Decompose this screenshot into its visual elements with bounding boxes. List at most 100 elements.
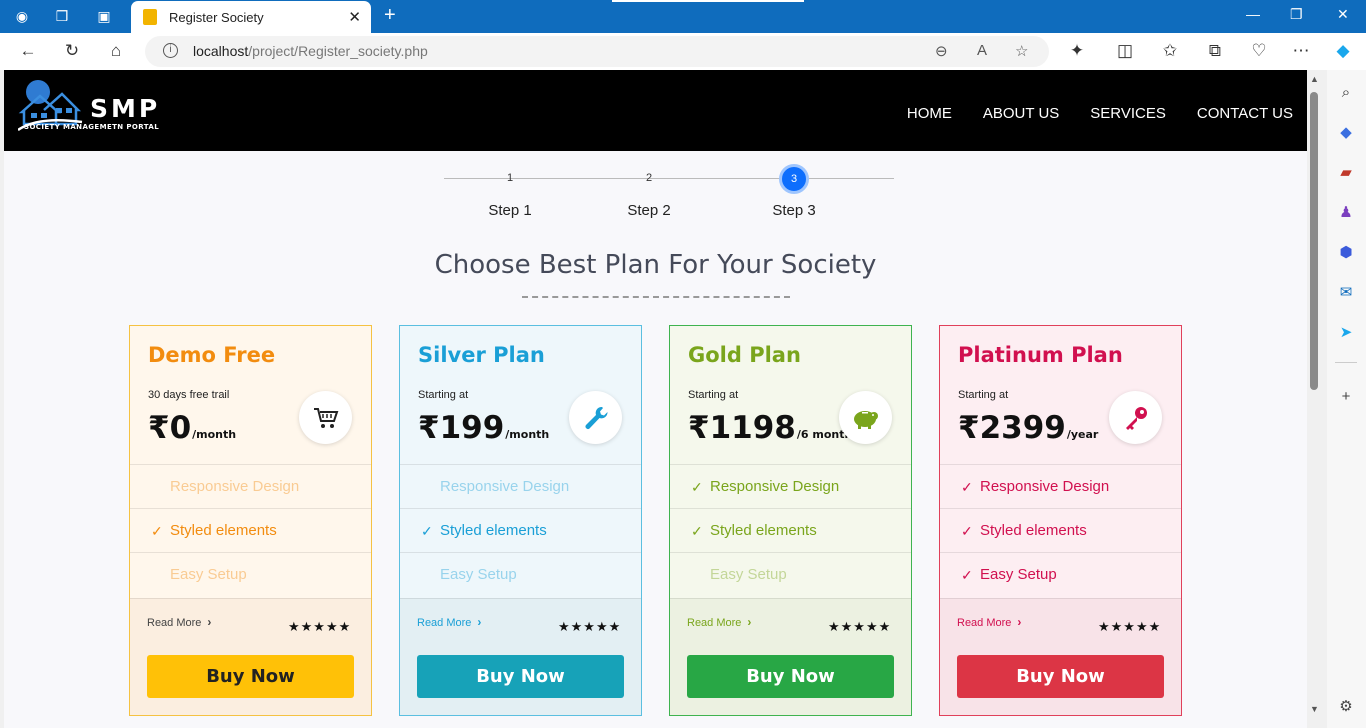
- scroll-down-icon[interactable]: ▼: [1310, 704, 1319, 714]
- browser-tab[interactable]: Register Society ✕: [131, 1, 371, 33]
- check-icon: ✓: [961, 567, 973, 583]
- cart-icon: [299, 391, 352, 444]
- shopping-tag-icon[interactable]: ◆: [1334, 120, 1358, 144]
- site-logo[interactable]: SMP SOCIETY MANAGEMETN PORTAL: [18, 80, 168, 138]
- site-info-icon[interactable]: i: [163, 43, 178, 58]
- nav-home[interactable]: HOME: [907, 105, 952, 122]
- extensions-icon[interactable]: ✦: [1065, 40, 1089, 62]
- rating-stars: ★★★★★: [1098, 619, 1162, 634]
- read-more-link[interactable]: Read More ›: [417, 615, 481, 629]
- browser-sidebar: ⌕ ◆ ▰ ♟ ⬢ ✉ ➤ + ⚙: [1327, 70, 1366, 728]
- search-icon[interactable]: ⌕: [1334, 80, 1358, 104]
- step-1-label: Step 1: [488, 202, 532, 219]
- plan-name: Silver Plan: [418, 343, 545, 367]
- plan-name: Demo Free: [148, 343, 276, 367]
- collections-icon[interactable]: ⧉: [1203, 40, 1227, 62]
- step-1-number: 1: [506, 172, 514, 184]
- refresh-icon[interactable]: ↻: [60, 40, 84, 62]
- buy-now-button[interactable]: Buy Now: [147, 655, 354, 698]
- sidebar-divider: [1335, 362, 1357, 363]
- logo-title: SMP: [90, 94, 161, 123]
- step-3-active-dot: 3: [779, 164, 809, 194]
- step-3-label: Step 3: [772, 202, 816, 219]
- close-window-icon[interactable]: ✕: [1337, 6, 1349, 23]
- back-icon[interactable]: ←: [16, 40, 40, 62]
- minimize-icon[interactable]: ―: [1246, 6, 1260, 22]
- feature-text: Easy Setup: [170, 566, 247, 583]
- favorites-icon[interactable]: ✩: [1158, 40, 1182, 62]
- plan-card: Platinum Plan Starting at ₹2399/year ✓ Respo…: [939, 325, 1182, 716]
- price-amount: ₹199: [418, 410, 505, 446]
- plan-feature: ✓ Styled elements: [400, 508, 641, 552]
- performance-icon[interactable]: ♡: [1247, 40, 1271, 62]
- url-text: localhost/project/Register_society.php: [193, 43, 428, 59]
- plan-footer: Read More › ★★★★★ Buy Now: [940, 598, 1181, 715]
- vertical-tabs-icon[interactable]: ▣: [92, 5, 116, 27]
- read-more-link[interactable]: Read More ›: [957, 615, 1021, 629]
- plan-feature: ✓ Responsive Design: [940, 464, 1181, 508]
- chevron-right-icon: ›: [477, 615, 482, 629]
- web-page: SMP SOCIETY MANAGEMETN PORTAL HOME ABOUT…: [4, 70, 1307, 728]
- outlook-icon[interactable]: ✉: [1334, 280, 1358, 304]
- read-more-text: Read More: [147, 617, 202, 629]
- plan-feature: Easy Setup: [130, 552, 371, 596]
- buy-now-button[interactable]: Buy Now: [687, 655, 894, 698]
- more-menu-icon[interactable]: ⋯: [1289, 40, 1313, 62]
- games-icon[interactable]: ♟: [1334, 200, 1358, 224]
- nav-contact-us[interactable]: CONTACT US: [1197, 105, 1293, 122]
- read-more-link[interactable]: Read More ›: [147, 615, 211, 629]
- plan-feature: ✓ Styled elements: [940, 508, 1181, 552]
- office-icon[interactable]: ⬢: [1334, 240, 1358, 264]
- plan-subtitle: Starting at: [688, 389, 739, 401]
- piggy-bank-icon: [839, 391, 892, 444]
- chevron-right-icon: ›: [207, 615, 212, 629]
- plan-feature: Easy Setup: [670, 552, 911, 596]
- profile-icon[interactable]: ◉: [10, 5, 34, 27]
- plan-feature: Responsive Design: [130, 464, 371, 508]
- read-aloud-icon[interactable]: A: [977, 42, 987, 59]
- tools-icon[interactable]: ▰: [1334, 160, 1358, 184]
- new-tab-icon[interactable]: +: [384, 4, 396, 27]
- wrench-icon: [569, 391, 622, 444]
- scroll-up-icon[interactable]: ▲: [1310, 74, 1319, 84]
- feature-text: Easy Setup: [710, 566, 787, 583]
- plan-price: ₹1198/6 month: [688, 410, 852, 446]
- read-more-link[interactable]: Read More ›: [687, 615, 751, 629]
- buy-now-button[interactable]: Buy Now: [417, 655, 624, 698]
- check-icon: ✓: [421, 523, 433, 539]
- workspaces-icon[interactable]: ❒: [50, 5, 74, 27]
- plan-feature: Responsive Design: [400, 464, 641, 508]
- heading-underline: [522, 296, 790, 298]
- step-2-label: Step 2: [627, 202, 671, 219]
- nav-services[interactable]: SERVICES: [1090, 105, 1166, 122]
- address-bar[interactable]: i localhost/project/Register_society.php…: [145, 36, 1049, 67]
- price-period: /year: [1066, 428, 1099, 441]
- page-heading: Choose Best Plan For Your Society: [434, 250, 877, 280]
- copilot-icon[interactable]: ◆: [1331, 40, 1355, 62]
- url-path: /project/Register_society.php: [248, 43, 428, 59]
- site-navbar: SMP SOCIETY MANAGEMETN PORTAL HOME ABOUT…: [4, 70, 1307, 151]
- buy-now-button[interactable]: Buy Now: [957, 655, 1164, 698]
- scroll-thumb[interactable]: [1310, 92, 1318, 390]
- rating-stars: ★★★★★: [558, 619, 622, 634]
- chevron-right-icon: ›: [747, 615, 752, 629]
- send-icon[interactable]: ➤: [1334, 320, 1358, 344]
- check-icon: ✓: [691, 479, 703, 495]
- plan-card: Demo Free 30 days free trail ₹0/month Respo…: [129, 325, 372, 716]
- tab-close-icon[interactable]: ✕: [348, 8, 361, 26]
- split-screen-icon[interactable]: ◫: [1113, 40, 1137, 62]
- page-scrollbar[interactable]: ▲ ▼: [1307, 70, 1321, 728]
- zoom-out-icon[interactable]: ⊖: [935, 42, 948, 60]
- nav-links: HOME ABOUT US SERVICES CONTACT US: [907, 105, 1293, 122]
- home-icon[interactable]: ⌂: [104, 40, 128, 62]
- price-period: /month: [505, 428, 550, 441]
- tab-title: Register Society: [169, 9, 264, 25]
- nav-about-us[interactable]: ABOUT US: [983, 105, 1059, 122]
- read-more-text: Read More: [417, 617, 472, 629]
- browser-toolbar: ← ↻ ⌂ i localhost/project/Register_socie…: [0, 33, 1366, 70]
- add-icon[interactable]: +: [1334, 384, 1358, 408]
- favorite-star-icon[interactable]: ☆: [1015, 42, 1028, 60]
- restore-icon[interactable]: ❐: [1290, 6, 1303, 23]
- browser-title-bar: ◉ ❒ ▣ Register Society ✕ + ― ❐ ✕: [0, 0, 1366, 33]
- settings-gear-icon[interactable]: ⚙: [1334, 694, 1358, 718]
